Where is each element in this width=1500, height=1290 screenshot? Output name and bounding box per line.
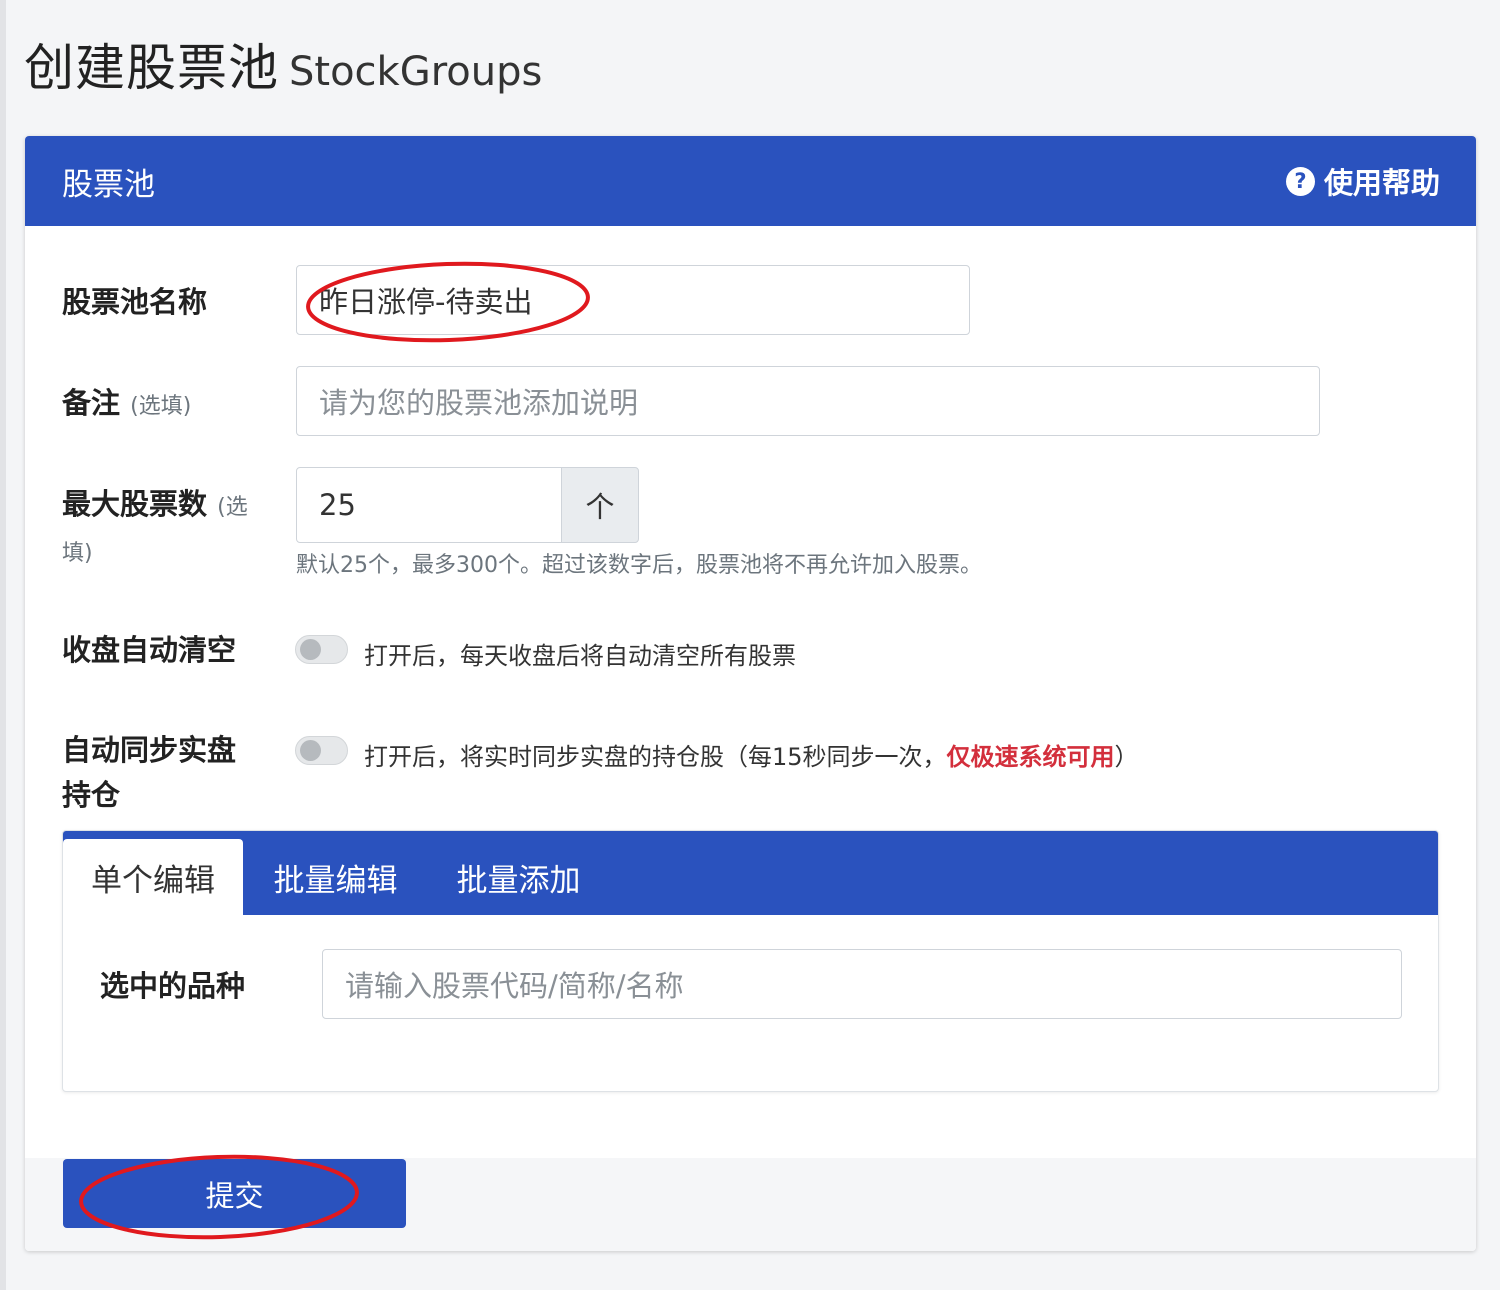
tab-batch-add[interactable]: 批量添加 [446,839,591,915]
toggle-knob [300,639,321,660]
auto-sync-text-suffix: ） [1114,743,1139,771]
auto-clear-toggle[interactable] [295,635,348,664]
submit-button[interactable]: 提交 [63,1159,406,1228]
page-title: 创建股票池 StockGroups [24,28,542,100]
help-link[interactable]: ? 使用帮助 [1285,160,1440,202]
note-label-text: 备注 [62,386,121,420]
page-title-main: 创建股票池 [24,39,279,97]
max-stocks-input[interactable]: 25 [296,467,563,543]
group-name-label: 股票池名称 [62,285,208,319]
max-stocks-optional-hint-2: 填) [62,541,93,566]
auto-sync-toggle[interactable] [295,736,348,765]
auto-sync-text-prefix: 打开后，将实时同步实盘的持仓股（每15秒同步一次， [364,743,947,771]
auto-sync-description: 打开后，将实时同步实盘的持仓股（每15秒同步一次，仅极速系统可用） [364,737,1139,772]
tab-batch-edit[interactable]: 批量编辑 [263,839,408,915]
auto-sync-warning: 仅极速系统可用 [946,743,1115,771]
auto-sync-label: 自动同步实盘持仓 [62,733,237,812]
group-name-input[interactable]: 昨日涨停-待卖出 [296,265,970,335]
tab-bar: 单个编辑 批量编辑 批量添加 [63,831,1438,915]
selected-symbols-label: 选中的品种 [100,969,246,1003]
max-stocks-optional-hint: (选 [217,495,248,520]
page-title-sub: StockGroups [289,49,543,95]
toggle-knob [300,740,321,761]
max-stocks-label: 最大股票数 (选 [62,482,262,530]
edit-tabs-panel: 单个编辑 批量编辑 批量添加 选中的品种 请输入股票代码/简称/名称 [62,830,1439,1092]
window-edge [0,0,6,1290]
note-label: 备注 (选填) [62,381,191,429]
card-title: 股票池 [62,166,155,203]
auto-clear-description: 打开后，每天收盘后将自动清空所有股票 [364,642,796,670]
max-stocks-optional-wrap: 填) [62,528,93,576]
stock-group-card: 股票池 ? 使用帮助 股票池名称 昨日涨停-待卖出 备注 (选填) 请为您的股票… [25,136,1476,1251]
question-circle-icon: ? [1285,166,1315,196]
card-header: 股票池 ? 使用帮助 [25,136,1476,226]
max-stocks-label-text: 最大股票数 [62,487,208,521]
tab-single-edit[interactable]: 单个编辑 [63,839,243,915]
help-link-label: 使用帮助 [1323,166,1440,200]
note-optional-hint: (选填) [130,394,192,419]
max-stocks-unit: 个 [561,467,639,543]
auto-clear-label: 收盘自动清空 [62,633,237,667]
max-stocks-help: 默认25个，最多300个。超过该数字后，股票池将不再允许加入股票。 [296,553,982,578]
symbol-search-input[interactable]: 请输入股票代码/简称/名称 [322,949,1402,1019]
note-input[interactable]: 请为您的股票池添加说明 [296,366,1320,436]
